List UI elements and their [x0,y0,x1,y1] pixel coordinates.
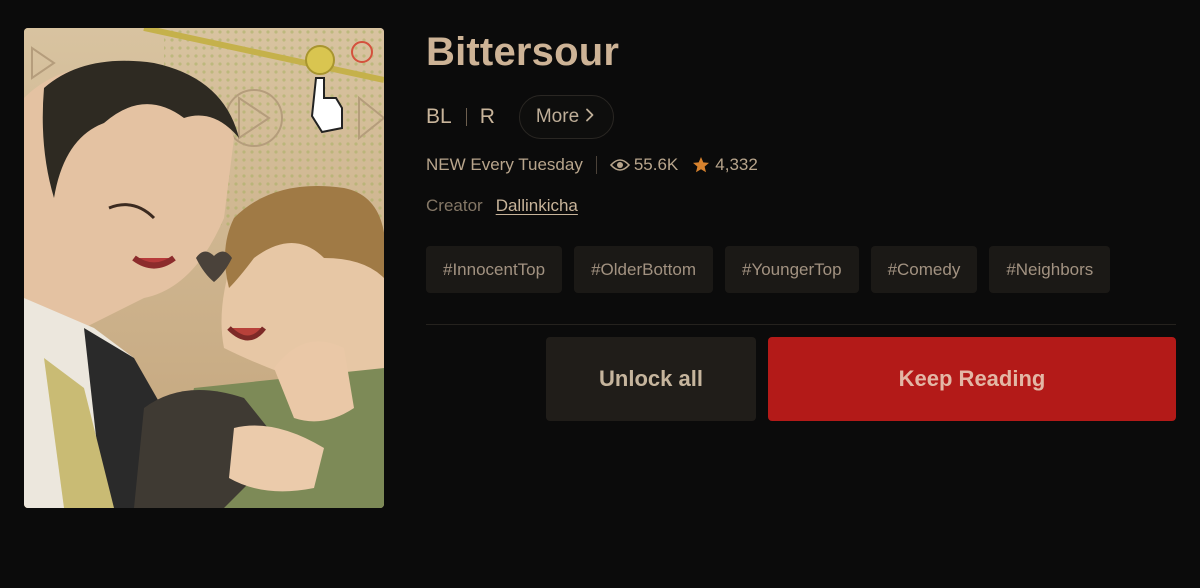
creator-label: Creator [426,196,483,215]
genre-bl[interactable]: BL [426,105,452,129]
eye-icon [609,158,630,172]
tag-item[interactable]: #YoungerTop [724,246,859,293]
update-schedule: NEW Every Tuesday [426,155,583,174]
tag-item[interactable]: #InnocentTop [426,246,563,293]
more-button[interactable]: More [518,95,615,139]
section-divider [426,324,1176,325]
cover-image[interactable] [24,28,384,508]
star-icon [692,156,710,174]
chevron-right-icon [585,106,595,128]
tag-item[interactable]: #Comedy [870,246,978,293]
keep-reading-button[interactable]: Keep Reading [768,337,1176,421]
unlock-all-button[interactable]: Unlock all [546,337,756,421]
tag-item[interactable]: #Neighbors [989,246,1111,293]
tag-item[interactable]: #OlderBottom [574,246,713,293]
more-button-label: More [535,106,580,127]
creator-link[interactable]: Dallinkicha [496,196,578,216]
tags-fade-overlay [1140,246,1170,293]
genre-r[interactable]: R [480,105,495,129]
view-count: 55.6K [633,155,679,174]
creator-row: Creator Dallinkicha [426,194,578,218]
tag-list: #InnocentTop #OlderBottom #YoungerTop #C… [426,246,1111,293]
cover-artwork [24,28,384,508]
rating-count: 4,332 [715,155,758,174]
series-detail-page: Bittersour BL R More NEW Every Tuesday 5… [0,0,1200,588]
genre-divider [465,108,467,126]
series-meta: NEW Every Tuesday 55.6K 4,332 [426,152,758,178]
genre-list: BL R More [426,95,615,139]
meta-divider [595,156,597,174]
series-title: Bittersour [426,30,620,74]
